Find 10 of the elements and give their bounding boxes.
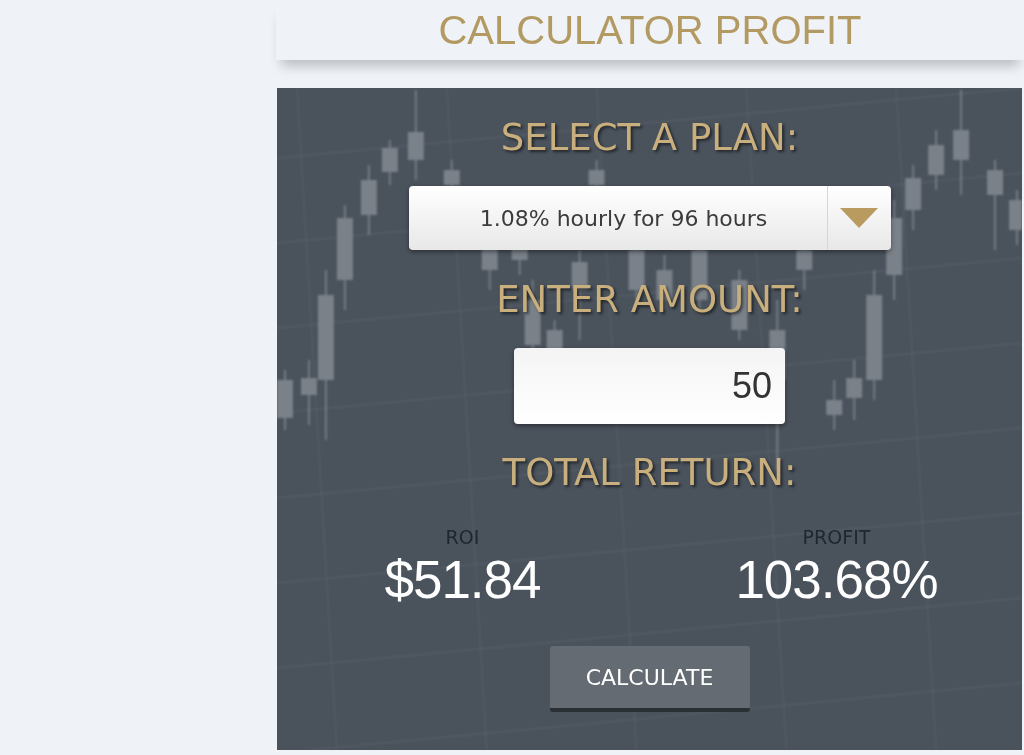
section-heading: SELECT A PLAN: [500, 116, 799, 160]
caret-icon [840, 208, 878, 228]
amount-input[interactable]: 50 [514, 348, 785, 424]
section-heading: ENTER AMOUNT: [496, 278, 803, 322]
section-heading: TOTAL RETURN: [502, 451, 797, 495]
result-value: 103.68% [735, 550, 938, 610]
calculate-button[interactable]: CALCULATE [549, 646, 750, 712]
plan-dropdown[interactable]: 1.08% hourly for 96 hours [408, 186, 891, 250]
page-title: CALCULATOR PROFIT [438, 7, 862, 53]
result-value: $51.84 [384, 550, 541, 610]
